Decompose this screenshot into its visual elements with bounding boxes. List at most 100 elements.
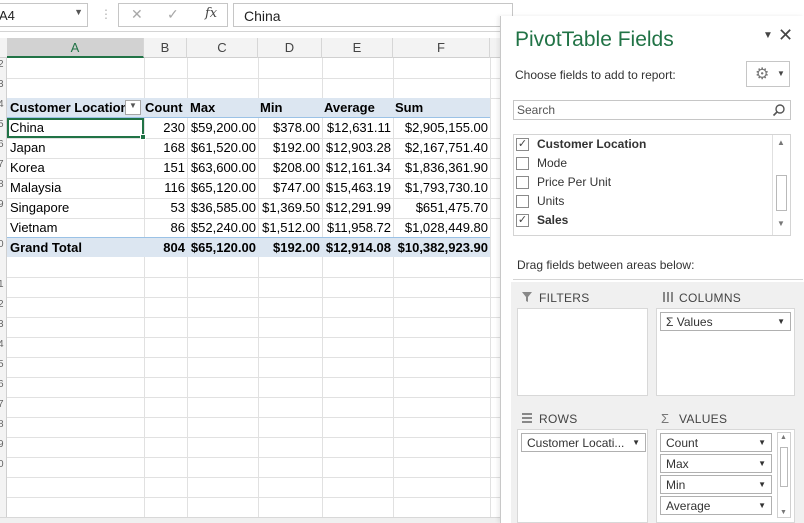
field-list-scrollbar[interactable]: ▲ ▼ bbox=[772, 135, 790, 235]
pivot-row-label[interactable]: Japan bbox=[10, 138, 45, 158]
pivot-cell[interactable]: $12,161.34 bbox=[322, 158, 391, 178]
chevron-down-icon[interactable]: ▼ bbox=[758, 459, 766, 468]
pivot-cell[interactable]: $59,200.00 bbox=[187, 118, 256, 138]
column-header-e[interactable]: E bbox=[322, 38, 393, 58]
pivot-header-average[interactable]: Average bbox=[324, 98, 375, 118]
pivot-cell[interactable]: $1,512.00 bbox=[258, 218, 320, 238]
field-search-input[interactable]: Search bbox=[513, 100, 791, 120]
column-header-d[interactable]: D bbox=[258, 38, 322, 58]
pivot-cell[interactable]: 86 bbox=[144, 218, 185, 238]
pivot-cell[interactable]: $651,475.70 bbox=[393, 198, 488, 218]
columns-drop-zone[interactable]: Σ Values ▼ bbox=[656, 308, 795, 396]
checkbox[interactable] bbox=[516, 157, 529, 170]
pivot-header-min[interactable]: Min bbox=[260, 98, 282, 118]
horizontal-scrollbar[interactable] bbox=[0, 517, 500, 523]
spreadsheet-grid[interactable]: A B C D E F 2 3 4 5 6 7 8 9 0 1 2 3 4 5 … bbox=[0, 38, 500, 523]
pivot-cell[interactable]: $11,958.72 bbox=[322, 218, 391, 238]
pivot-header-sum[interactable]: Sum bbox=[395, 98, 423, 118]
enter-icon[interactable]: ✓ bbox=[167, 6, 179, 23]
pivot-cell[interactable]: $63,600.00 bbox=[187, 158, 256, 178]
row-header-strip[interactable]: 2 3 4 5 6 7 8 9 0 1 2 3 4 5 6 7 8 9 0 bbox=[0, 58, 7, 523]
values-chip-max[interactable]: Max ▼ bbox=[660, 454, 772, 473]
pivot-cell[interactable]: $52,240.00 bbox=[187, 218, 256, 238]
scroll-up-icon[interactable]: ▲ bbox=[780, 434, 787, 441]
grand-total-cell[interactable]: 804 bbox=[144, 238, 185, 258]
checkbox-checked[interactable]: ✓ bbox=[516, 138, 529, 151]
pivot-cell[interactable]: $12,291.99 bbox=[322, 198, 391, 218]
cancel-icon[interactable]: ✕ bbox=[131, 6, 143, 23]
chevron-down-icon[interactable]: ▼ bbox=[777, 317, 785, 326]
pivot-cell[interactable]: $747.00 bbox=[258, 178, 320, 198]
grand-total-cell[interactable]: $12,914.08 bbox=[322, 238, 391, 258]
checkbox[interactable] bbox=[516, 176, 529, 189]
tools-button[interactable]: ⚙ ▼ bbox=[746, 61, 790, 87]
pivot-row-label[interactable]: Korea bbox=[10, 158, 45, 178]
chevron-down-icon[interactable]: ▼ bbox=[758, 501, 766, 510]
values-chip-average[interactable]: Average ▼ bbox=[660, 496, 772, 515]
checkbox[interactable] bbox=[516, 195, 529, 208]
pivot-cell[interactable]: $12,631.11 bbox=[322, 118, 391, 138]
pivot-header-max[interactable]: Max bbox=[190, 98, 215, 118]
pivot-cell[interactable]: $15,463.19 bbox=[322, 178, 391, 198]
pivot-cell[interactable]: 116 bbox=[144, 178, 185, 198]
pivot-cell[interactable]: $378.00 bbox=[258, 118, 320, 138]
checkbox-checked[interactable]: ✓ bbox=[516, 214, 529, 227]
pivot-row-label[interactable]: Malaysia bbox=[10, 178, 61, 198]
chevron-down-icon[interactable]: ▼ bbox=[758, 480, 766, 489]
grand-total-cell[interactable]: $10,382,923.90 bbox=[393, 238, 488, 258]
pivot-cell[interactable]: $208.00 bbox=[258, 158, 320, 178]
pivot-cell[interactable]: $2,905,155.00 bbox=[393, 118, 488, 138]
scroll-down-icon[interactable]: ▼ bbox=[780, 509, 787, 516]
columns-chip-values[interactable]: Σ Values ▼ bbox=[660, 312, 791, 331]
scroll-thumb[interactable] bbox=[780, 447, 788, 487]
pivot-cell[interactable]: $36,585.00 bbox=[187, 198, 256, 218]
pivot-header-count[interactable]: Count bbox=[145, 98, 183, 118]
filter-dropdown-icon[interactable]: ▼ bbox=[125, 100, 141, 115]
name-box[interactable]: A4 ▼ bbox=[0, 3, 88, 27]
pivot-cell[interactable]: $65,120.00 bbox=[187, 178, 256, 198]
pivot-cell[interactable]: $1,836,361.90 bbox=[393, 158, 488, 178]
grand-total-cell[interactable]: $192.00 bbox=[258, 238, 320, 258]
values-drop-zone[interactable]: Count ▼ Max ▼ Min ▼ Average ▼ ▲ ▼ bbox=[656, 429, 795, 523]
pivot-cell[interactable]: 168 bbox=[144, 138, 185, 158]
rows-area-title: ROWS bbox=[539, 412, 578, 426]
pivot-cell[interactable]: $2,167,751.40 bbox=[393, 138, 488, 158]
pivot-cell[interactable]: 151 bbox=[144, 158, 185, 178]
pivot-cell[interactable]: $192.00 bbox=[258, 138, 320, 158]
pivot-cell[interactable]: $1,369.50 bbox=[258, 198, 320, 218]
filters-drop-zone[interactable] bbox=[517, 308, 648, 396]
column-header-f[interactable]: F bbox=[393, 38, 490, 58]
rows-chip-customer-location[interactable]: Customer Locati... ▼ bbox=[521, 433, 646, 452]
scroll-thumb[interactable] bbox=[776, 175, 787, 211]
chevron-down-icon[interactable]: ▼ bbox=[763, 30, 773, 41]
pivot-cell[interactable]: 53 bbox=[144, 198, 185, 218]
scroll-up-icon[interactable]: ▲ bbox=[777, 138, 785, 147]
values-scrollbar[interactable]: ▲ ▼ bbox=[777, 432, 791, 518]
search-icon[interactable] bbox=[772, 103, 786, 120]
grand-total-label[interactable]: Grand Total bbox=[10, 238, 82, 258]
pivot-cell[interactable]: $12,903.28 bbox=[322, 138, 391, 158]
column-header-a[interactable]: A bbox=[7, 38, 144, 58]
insert-function-icon[interactable]: fx bbox=[205, 6, 217, 21]
drag-handle-icon[interactable]: ⋮ bbox=[100, 7, 112, 21]
formula-input[interactable]: China bbox=[233, 3, 513, 27]
pivot-row-label[interactable]: Singapore bbox=[10, 198, 69, 218]
chevron-down-icon[interactable]: ▼ bbox=[74, 7, 83, 17]
fill-handle[interactable] bbox=[140, 134, 146, 140]
pivot-cell[interactable]: $61,520.00 bbox=[187, 138, 256, 158]
scroll-down-icon[interactable]: ▼ bbox=[777, 219, 785, 228]
close-icon[interactable]: ✕ bbox=[778, 25, 793, 46]
pivot-cell[interactable]: $1,028,449.80 bbox=[393, 218, 488, 238]
values-chip-count[interactable]: Count ▼ bbox=[660, 433, 772, 452]
pivot-row-label[interactable]: Vietnam bbox=[10, 218, 57, 238]
column-header-c[interactable]: C bbox=[187, 38, 258, 58]
rows-drop-zone[interactable]: Customer Locati... ▼ bbox=[517, 429, 648, 523]
pivot-cell[interactable]: $1,793,730.10 bbox=[393, 178, 488, 198]
pivot-header-location[interactable]: Customer Location bbox=[10, 98, 128, 118]
values-chip-min[interactable]: Min ▼ bbox=[660, 475, 772, 494]
chevron-down-icon[interactable]: ▼ bbox=[632, 438, 640, 447]
chevron-down-icon[interactable]: ▼ bbox=[758, 438, 766, 447]
grand-total-cell[interactable]: $65,120.00 bbox=[187, 238, 256, 258]
pivot-cell[interactable]: 230 bbox=[144, 118, 185, 138]
column-header-b[interactable]: B bbox=[144, 38, 187, 58]
